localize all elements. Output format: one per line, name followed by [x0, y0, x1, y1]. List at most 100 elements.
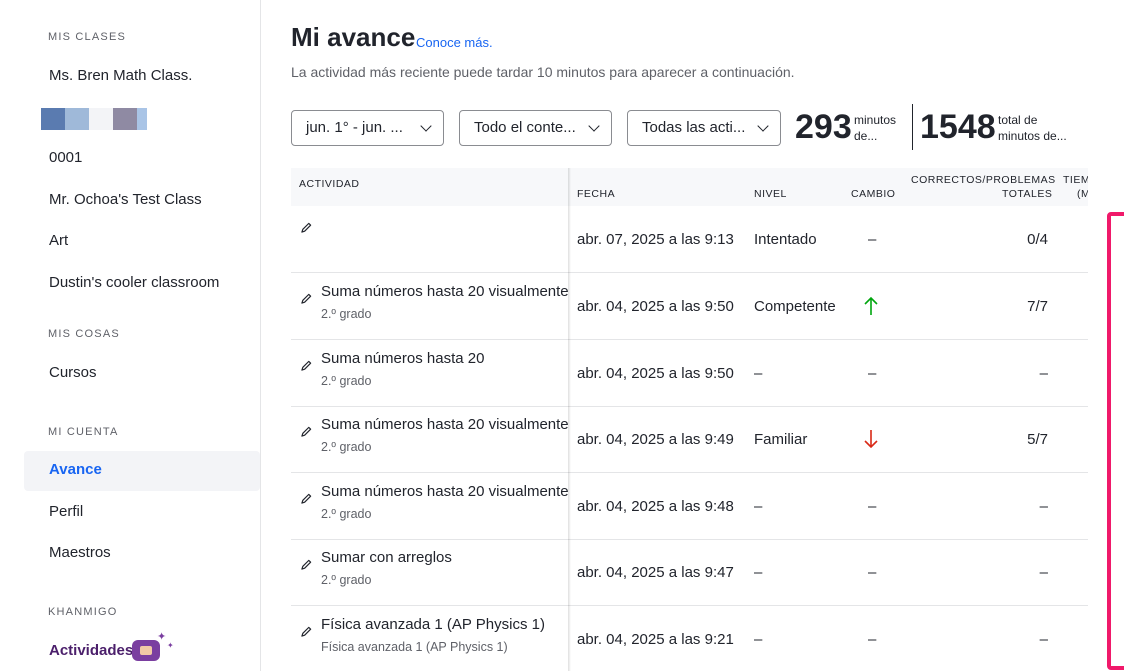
- table-row[interactable]: Física avanzada 1 (AP Physics 1) Física a…: [291, 606, 1088, 671]
- activity-level: –: [754, 365, 763, 382]
- change-value: –: [868, 564, 877, 581]
- activity-date: abr. 04, 2025 a las 9:47: [577, 564, 734, 581]
- sidebar-item-profile[interactable]: Perfil: [49, 503, 83, 520]
- content-value: Todo el conte...: [474, 119, 576, 136]
- total-stat-label-2: minutos de...: [998, 129, 1067, 143]
- chevron-down-icon: [420, 120, 432, 132]
- activity-level: Competente: [754, 298, 836, 315]
- pencil-icon: [301, 360, 312, 371]
- pencil-icon: [301, 559, 312, 570]
- activity-name[interactable]: Física avanzada 1 (AP Physics 1): [321, 616, 545, 633]
- content-dropdown[interactable]: Todo el conte...: [459, 110, 612, 146]
- pencil-icon: [301, 222, 312, 233]
- table-row[interactable]: Suma números hasta 20 2.º grado abr. 04, 2…: [291, 340, 1088, 407]
- header-date[interactable]: FECHA: [577, 188, 615, 200]
- activity-table: ACTIVIDAD FECHA NIVEL CAMBIO CORRECTOS/P…: [291, 168, 1088, 671]
- activity-date: abr. 04, 2025 a las 9:21: [577, 631, 734, 648]
- section-khanmigo-label: KHANMIGO: [48, 606, 118, 618]
- minutes-stat-label: minutos: [854, 113, 897, 127]
- activity-date: abr. 07, 2025 a las 9:13: [577, 231, 734, 248]
- sidebar-item-class-dustin[interactable]: Dustin's cooler classroom: [49, 274, 219, 291]
- activities-value: Todas las acti...: [642, 119, 746, 136]
- header-activity[interactable]: ACTIVIDAD: [299, 178, 360, 190]
- sidebar: MIS CLASES Ms. Bren Math Class. 0001 Mr.…: [0, 0, 261, 671]
- activity-date: abr. 04, 2025 a las 9:49: [577, 431, 734, 448]
- arrow-up-icon: [864, 296, 878, 315]
- pencil-icon: [301, 293, 312, 304]
- header-change[interactable]: CAMBIO: [851, 188, 895, 200]
- minutes-stat: 293: [795, 108, 852, 146]
- change-column-highlight: [1107, 212, 1124, 670]
- chevron-down-icon: [757, 120, 769, 132]
- activity-date: abr. 04, 2025 a las 9:50: [577, 298, 734, 315]
- chevron-down-icon: [588, 120, 600, 132]
- activity-name[interactable]: Suma números hasta 20: [321, 350, 484, 367]
- blurred-block: [65, 108, 89, 130]
- table-row[interactable]: abr. 07, 2025 a las 9:13 Intentado – 0/4: [291, 206, 1088, 273]
- activity-level: Intentado: [754, 231, 817, 248]
- activity-grade: Física avanzada 1 (AP Physics 1): [321, 640, 508, 654]
- page-subtitle: La actividad más reciente puede tardar 1…: [291, 64, 795, 80]
- table-row[interactable]: Sumar con arreglos 2.º grado abr. 04, 2025…: [291, 539, 1088, 606]
- sidebar-item-class-bren[interactable]: Ms. Bren Math Class.: [49, 67, 192, 84]
- blurred-block: [137, 108, 147, 130]
- activities-dropdown[interactable]: Todas las acti...: [627, 110, 781, 146]
- pencil-icon: [301, 426, 312, 437]
- pencil-icon: [301, 626, 312, 637]
- sidebar-item-activities[interactable]: Actividades: [49, 642, 133, 659]
- activity-grade: 2.º grado: [321, 374, 372, 388]
- sidebar-item-class-ochoa[interactable]: Mr. Ochoa's Test Class: [49, 191, 202, 208]
- khanmigo-icon: [132, 640, 160, 661]
- activity-score: –: [1039, 498, 1048, 515]
- activity-level: –: [754, 564, 763, 581]
- total-stat: 1548: [920, 108, 996, 146]
- header-time-2: (M: [1077, 188, 1088, 200]
- table-row[interactable]: Suma números hasta 20 visualmente 2.º gra…: [291, 473, 1088, 540]
- activity-score: –: [1039, 631, 1048, 648]
- header-time[interactable]: TIEM: [1063, 174, 1088, 186]
- sticky-column-shadow: [568, 168, 571, 671]
- sidebar-item-class-art[interactable]: Art: [49, 232, 68, 249]
- arrow-down-icon: [864, 430, 878, 449]
- header-correct[interactable]: CORRECTOS/PROBLEMAS: [911, 174, 1056, 186]
- header-level[interactable]: NIVEL: [754, 188, 787, 200]
- section-stuff-label: MIS COSAS: [48, 328, 120, 340]
- table-row[interactable]: Suma números hasta 20 visualmente 2.º gra…: [291, 406, 1088, 473]
- activity-date: abr. 04, 2025 a las 9:50: [577, 365, 734, 382]
- sidebar-item-courses[interactable]: Cursos: [49, 364, 97, 381]
- activity-name[interactable]: Suma números hasta 20 visualmente: [321, 483, 569, 500]
- sparkle-icon: ✦: [167, 641, 174, 650]
- activity-name[interactable]: Suma números hasta 20 visualmente: [321, 416, 569, 433]
- activity-score: –: [1039, 365, 1048, 382]
- pencil-icon: [301, 493, 312, 504]
- total-stat-label: total de: [998, 113, 1038, 127]
- sidebar-item-progress[interactable]: Avance: [49, 461, 102, 478]
- section-account-label: MI CUENTA: [48, 426, 119, 438]
- activity-level: –: [754, 498, 763, 515]
- activity-grade: 2.º grado: [321, 440, 372, 454]
- date-range-dropdown[interactable]: jun. 1° - jun. ...: [291, 110, 444, 146]
- activity-level: Familiar: [754, 431, 808, 448]
- activity-grade: 2.º grado: [321, 307, 372, 321]
- app-window: MIS CLASES Ms. Bren Math Class. 0001 Mr.…: [0, 0, 1124, 671]
- learn-more-link[interactable]: Conoce más.: [416, 35, 493, 50]
- activity-date: abr. 04, 2025 a las 9:48: [577, 498, 734, 515]
- minutes-stat-label-2: de...: [854, 129, 878, 143]
- activity-score: 0/4: [1027, 231, 1048, 248]
- activity-score: 5/7: [1027, 431, 1048, 448]
- activity-name[interactable]: Sumar con arreglos: [321, 549, 452, 566]
- sidebar-item-teachers[interactable]: Maestros: [49, 544, 111, 561]
- section-classes-label: MIS CLASES: [48, 31, 127, 43]
- blurred-block: [41, 108, 65, 130]
- activity-grade: 2.º grado: [321, 507, 372, 521]
- table-header: ACTIVIDAD FECHA NIVEL CAMBIO CORRECTOS/P…: [291, 168, 1088, 206]
- activity-score: 7/7: [1027, 298, 1048, 315]
- activity-name[interactable]: Suma números hasta 20 visualmente: [321, 283, 569, 300]
- change-value: –: [868, 231, 877, 248]
- activity-level: –: [754, 631, 763, 648]
- table-row[interactable]: Suma números hasta 20 visualmente 2.º gra…: [291, 273, 1088, 340]
- change-value: –: [868, 498, 877, 515]
- sidebar-item-class-0001[interactable]: 0001: [49, 149, 82, 166]
- change-value: –: [868, 631, 877, 648]
- sparkle-icon: ✦: [157, 631, 167, 643]
